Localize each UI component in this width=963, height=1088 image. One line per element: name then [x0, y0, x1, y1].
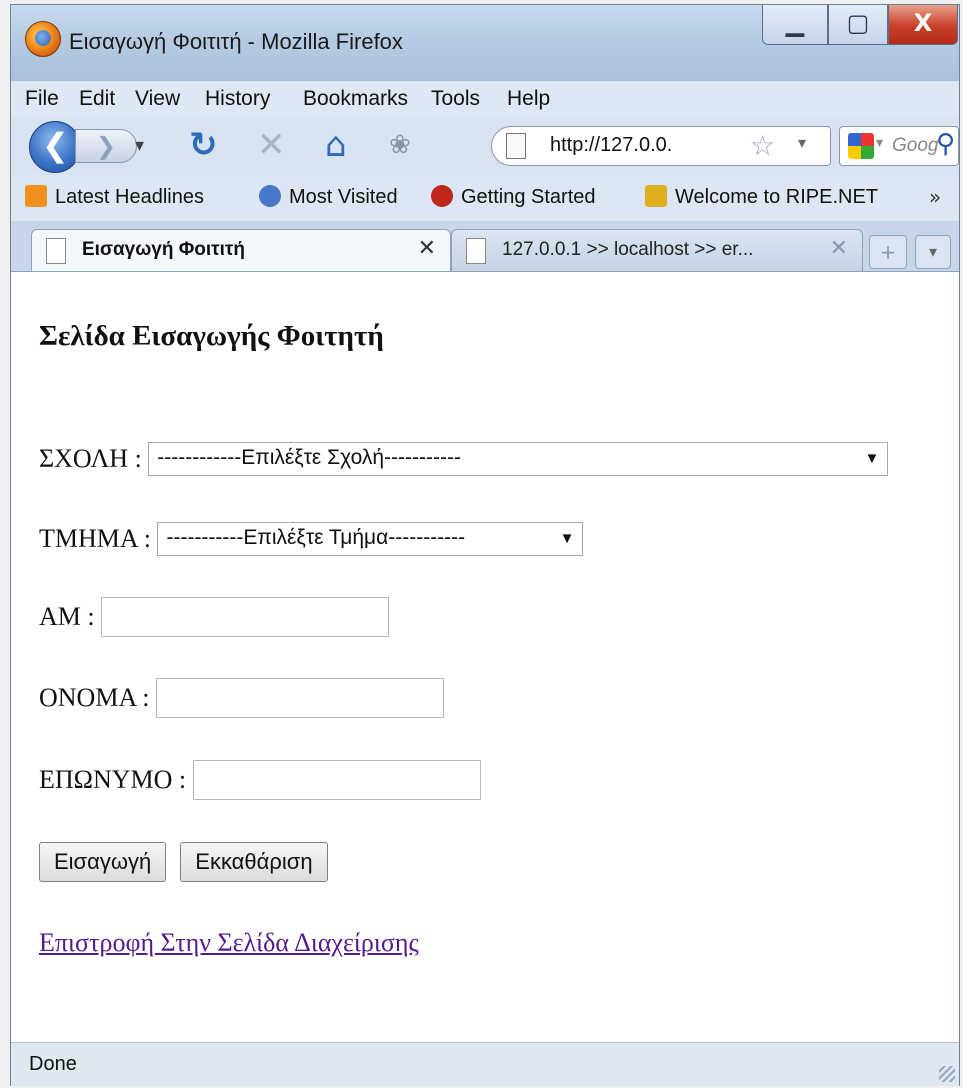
rss-icon	[25, 185, 47, 207]
url-bar[interactable]: http://127.0.0. ☆ ▾	[491, 126, 831, 166]
department-select[interactable]: -----------Επιλέξτε Τμήμα----------- ▼	[157, 522, 584, 557]
maximize-button[interactable]: ▢	[828, 5, 888, 45]
new-tab-button[interactable]: +	[869, 235, 907, 269]
department-selected-value: -----------Επιλέξτε Τμήμα-----------	[166, 526, 466, 550]
url-text[interactable]: http://127.0.0.	[550, 134, 672, 157]
page-heading: Σελίδα Εισαγωγής Φοιτητή	[39, 320, 384, 352]
department-label: ΤΜΗΜΑ :	[39, 524, 151, 554]
menu-tools[interactable]: Tools	[431, 87, 480, 111]
chevron-down-icon: ▼	[559, 530, 575, 548]
page-icon	[506, 133, 526, 159]
firefox-icon	[25, 21, 61, 57]
menu-history[interactable]: History	[205, 87, 270, 111]
am-row: ΑΜ :	[39, 597, 390, 637]
menu-edit[interactable]: Edit	[79, 87, 115, 111]
browser-window: Εισαγωγή Φοιτιτή - Mozilla Firefox ▁ ▢ X…	[10, 4, 960, 1086]
surname-input[interactable]	[192, 760, 481, 800]
search-bar[interactable]: ▾ Goog ⚲	[839, 126, 959, 166]
search-placeholder: Goog	[892, 135, 939, 156]
navigation-toolbar: ❮ ❯ ▾ ↻ ✕ ⌂ ❀ http://127.0.0. ☆ ▾ ▾ Goog…	[11, 117, 959, 175]
bookmarks-toolbar: Latest Headlines Most Visited Getting St…	[11, 175, 959, 222]
forward-arrow-icon: ❯	[96, 132, 117, 160]
search-engine-dropdown-icon[interactable]: ▾	[876, 135, 883, 151]
search-icon[interactable]: ⚲	[936, 129, 955, 159]
minimize-button[interactable]: ▁	[762, 5, 828, 45]
firefox-red-icon	[431, 185, 453, 207]
minimize-icon: ▁	[785, 9, 805, 37]
bookmark-welcome-ripe[interactable]: Welcome to RIPE.NET	[645, 185, 878, 209]
menu-bookmarks[interactable]: Bookmarks	[303, 87, 408, 111]
page-content: Σελίδα Εισαγωγής Φοιτητή ΣΧΟΛΗ : -------…	[11, 272, 959, 1042]
stop-icon[interactable]: ✕	[257, 127, 286, 163]
close-window-button[interactable]: X	[888, 5, 958, 45]
bookmark-star-icon[interactable]: ☆	[750, 129, 775, 162]
url-dropdown-icon[interactable]: ▾	[798, 133, 806, 152]
reload-icon[interactable]: ↻	[189, 127, 218, 163]
clear-button[interactable]: Εκκαθάριση	[180, 842, 328, 882]
home-icon[interactable]: ⌂	[325, 127, 347, 163]
tab-list-button[interactable]: ▾	[915, 235, 951, 269]
back-button[interactable]: ❮	[29, 121, 81, 173]
status-text: Done	[29, 1053, 77, 1075]
chevron-down-icon: ▼	[864, 450, 880, 468]
history-dropdown-icon[interactable]: ▾	[135, 135, 144, 156]
most-visited-icon	[259, 185, 281, 207]
tab-label: 127.0.0.1 >> localhost >> er...	[502, 239, 754, 260]
close-tab-icon[interactable]: ✕	[418, 236, 436, 261]
school-select[interactable]: ------------Επιλέξτε Σχολή----------- ▼	[148, 442, 889, 477]
school-label: ΣΧΟΛΗ :	[39, 444, 142, 474]
school-selected-value: ------------Επιλέξτε Σχολή-----------	[157, 446, 461, 470]
forward-button[interactable]: ❯	[75, 129, 137, 163]
tab-strip: Εισαγωγή Φοιτιτή ✕ 127.0.0.1 >> localhos…	[11, 221, 959, 272]
page-icon	[46, 238, 66, 264]
bookmark-latest-headlines[interactable]: Latest Headlines	[25, 185, 204, 209]
name-row: ΟΝΟΜΑ :	[39, 678, 445, 718]
am-input[interactable]	[101, 597, 390, 637]
google-icon[interactable]	[848, 133, 874, 159]
department-row: ΤΜΗΜΑ : -----------Επιλέξτε Τμήμα-------…	[39, 522, 584, 557]
tab-label: Εισαγωγή Φοιτιτή	[82, 239, 246, 260]
back-arrow-icon: ❮	[42, 126, 69, 164]
tab-eisagogi-foititi[interactable]: Εισαγωγή Φοιτιτή ✕	[31, 229, 451, 271]
maximize-icon: ▢	[846, 9, 870, 37]
bookmark-most-visited[interactable]: Most Visited	[259, 185, 398, 209]
surname-label: ΕΠΩΝΥΜΟ :	[39, 765, 187, 794]
menu-view[interactable]: View	[135, 87, 180, 111]
school-row: ΣΧΟΛΗ : ------------Επιλέξτε Σχολή------…	[39, 442, 889, 477]
bookmarks-overflow-icon[interactable]: »	[929, 185, 941, 209]
addon-icon[interactable]: ❀	[389, 127, 411, 163]
close-tab-icon[interactable]: ✕	[830, 236, 848, 261]
close-icon: X	[913, 9, 933, 37]
surname-row: ΕΠΩΝΥΜΟ :	[39, 760, 481, 800]
tab-localhost[interactable]: 127.0.0.1 >> localhost >> er... ✕	[451, 229, 863, 271]
bookmark-getting-started[interactable]: Getting Started	[431, 185, 596, 209]
menu-help[interactable]: Help	[507, 87, 550, 111]
window-title: Εισαγωγή Φοιτιτή - Mozilla Firefox	[69, 29, 403, 54]
submit-button[interactable]: Εισαγωγή	[39, 842, 167, 882]
name-label: ΟΝΟΜΑ :	[39, 683, 150, 712]
menu-file[interactable]: File	[25, 87, 59, 111]
back-to-admin-link[interactable]: Επιστροφή Στην Σελίδα Διαχείρισης	[39, 928, 419, 958]
menu-bar: File Edit View History Bookmarks Tools H…	[11, 81, 959, 117]
ripe-icon	[645, 185, 667, 207]
resize-grip[interactable]	[939, 1066, 955, 1082]
status-bar: Done	[11, 1042, 959, 1086]
title-bar[interactable]: Εισαγωγή Φοιτιτή - Mozilla Firefox ▁ ▢ X	[11, 5, 959, 81]
form-buttons: Εισαγωγή Εκκαθάριση	[39, 842, 338, 882]
page-icon	[466, 238, 486, 264]
name-input[interactable]	[156, 678, 445, 718]
am-label: ΑΜ :	[39, 602, 95, 631]
